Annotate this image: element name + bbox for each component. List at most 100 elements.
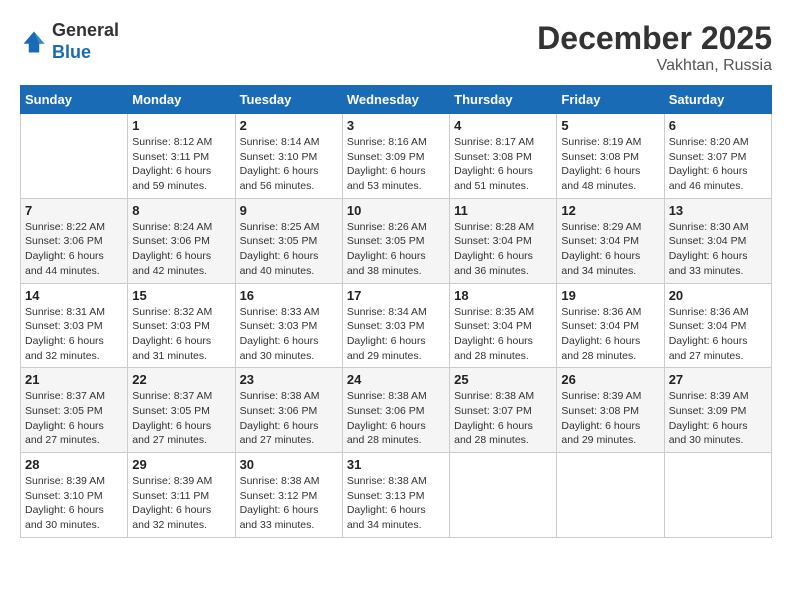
day-number: 10 [347, 203, 445, 218]
calendar-cell [664, 453, 771, 538]
logo: General Blue [20, 20, 119, 63]
day-number: 11 [454, 203, 552, 218]
day-number: 12 [561, 203, 659, 218]
week-row-3: 21 Sunrise: 8:37 AMSunset: 3:05 PMDayligh… [21, 368, 772, 453]
header-tuesday: Tuesday [235, 86, 342, 114]
calendar-body: 1 Sunrise: 8:12 AMSunset: 3:11 PMDaylight… [21, 114, 772, 538]
day-info: Sunrise: 8:38 AMSunset: 3:06 PMDaylight:… [240, 389, 338, 448]
day-info: Sunrise: 8:24 AMSunset: 3:06 PMDaylight:… [132, 220, 230, 279]
calendar-cell: 25 Sunrise: 8:38 AMSunset: 3:07 PMDayligh… [450, 368, 557, 453]
calendar-header: SundayMondayTuesdayWednesdayThursdayFrid… [21, 86, 772, 114]
calendar-cell: 9 Sunrise: 8:25 AMSunset: 3:05 PMDaylight… [235, 198, 342, 283]
day-info: Sunrise: 8:36 AMSunset: 3:04 PMDaylight:… [669, 305, 767, 364]
week-row-0: 1 Sunrise: 8:12 AMSunset: 3:11 PMDaylight… [21, 114, 772, 199]
day-number: 23 [240, 372, 338, 387]
day-info: Sunrise: 8:39 AMSunset: 3:10 PMDaylight:… [25, 474, 123, 533]
calendar-cell: 6Sunrise: 8:20 AMSunset: 3:07 PMDaylight… [664, 114, 771, 199]
day-info: Sunrise: 8:14 AMSunset: 3:10 PMDaylight:… [240, 135, 338, 194]
day-number: 13 [669, 203, 767, 218]
day-number: 3 [347, 118, 445, 133]
week-row-2: 14 Sunrise: 8:31 AMSunset: 3:03 PMDayligh… [21, 283, 772, 368]
logo-blue-text: Blue [52, 42, 91, 62]
calendar-cell: 31Sunrise: 8:38 AMSunset: 3:13 PMDayligh… [342, 453, 449, 538]
week-row-4: 28 Sunrise: 8:39 AMSunset: 3:10 PMDayligh… [21, 453, 772, 538]
day-number: 20 [669, 288, 767, 303]
day-info: Sunrise: 8:38 AMSunset: 3:12 PMDaylight:… [240, 474, 338, 533]
header-sunday: Sunday [21, 86, 128, 114]
calendar-cell: 27 Sunrise: 8:39 AMSunset: 3:09 PMDayligh… [664, 368, 771, 453]
day-number: 28 [25, 457, 123, 472]
day-info: Sunrise: 8:22 AMSunset: 3:06 PMDaylight:… [25, 220, 123, 279]
calendar-cell: 22 Sunrise: 8:37 AMSunset: 3:05 PMDayligh… [128, 368, 235, 453]
calendar-cell: 12 Sunrise: 8:29 AMSunset: 3:04 PMDayligh… [557, 198, 664, 283]
logo-icon [20, 28, 48, 56]
calendar-cell: 18Sunrise: 8:35 AMSunset: 3:04 PMDayligh… [450, 283, 557, 368]
day-info: Sunrise: 8:35 AMSunset: 3:04 PMDaylight:… [454, 305, 552, 364]
location: Vakhtan, Russia [537, 57, 772, 75]
day-number: 5 [561, 118, 659, 133]
day-number: 17 [347, 288, 445, 303]
day-info: Sunrise: 8:37 AMSunset: 3:05 PMDaylight:… [25, 389, 123, 448]
calendar-cell: 23 Sunrise: 8:38 AMSunset: 3:06 PMDayligh… [235, 368, 342, 453]
logo-general-text: General [52, 20, 119, 40]
day-number: 25 [454, 372, 552, 387]
day-info: Sunrise: 8:39 AMSunset: 3:08 PMDaylight:… [561, 389, 659, 448]
calendar-cell: 20 Sunrise: 8:36 AMSunset: 3:04 PMDayligh… [664, 283, 771, 368]
month-title: December 2025 [537, 20, 772, 57]
calendar-cell: 17 Sunrise: 8:34 AMSunset: 3:03 PMDayligh… [342, 283, 449, 368]
day-number: 22 [132, 372, 230, 387]
calendar-cell: 5 Sunrise: 8:19 AMSunset: 3:08 PMDaylight… [557, 114, 664, 199]
calendar-cell: 19Sunrise: 8:36 AMSunset: 3:04 PMDayligh… [557, 283, 664, 368]
title-block: December 2025 Vakhtan, Russia [537, 20, 772, 75]
day-number: 8 [132, 203, 230, 218]
calendar-cell: 1 Sunrise: 8:12 AMSunset: 3:11 PMDaylight… [128, 114, 235, 199]
calendar-cell: 11 Sunrise: 8:28 AMSunset: 3:04 PMDayligh… [450, 198, 557, 283]
calendar-cell: 10Sunrise: 8:26 AMSunset: 3:05 PMDayligh… [342, 198, 449, 283]
day-number: 14 [25, 288, 123, 303]
day-number: 1 [132, 118, 230, 133]
day-info: Sunrise: 8:38 AMSunset: 3:06 PMDaylight:… [347, 389, 445, 448]
day-number: 16 [240, 288, 338, 303]
day-info: Sunrise: 8:37 AMSunset: 3:05 PMDaylight:… [132, 389, 230, 448]
day-number: 21 [25, 372, 123, 387]
day-info: Sunrise: 8:38 AMSunset: 3:13 PMDaylight:… [347, 474, 445, 533]
week-row-1: 7Sunrise: 8:22 AMSunset: 3:06 PMDaylight… [21, 198, 772, 283]
calendar-cell: 21 Sunrise: 8:37 AMSunset: 3:05 PMDayligh… [21, 368, 128, 453]
day-info: Sunrise: 8:25 AMSunset: 3:05 PMDaylight:… [240, 220, 338, 279]
page-header: General Blue December 2025 Vakhtan, Russ… [20, 20, 772, 75]
day-number: 9 [240, 203, 338, 218]
day-number: 4 [454, 118, 552, 133]
day-info: Sunrise: 8:28 AMSunset: 3:04 PMDaylight:… [454, 220, 552, 279]
calendar-cell [557, 453, 664, 538]
calendar-cell: 14 Sunrise: 8:31 AMSunset: 3:03 PMDayligh… [21, 283, 128, 368]
day-info: Sunrise: 8:12 AMSunset: 3:11 PMDaylight:… [132, 135, 230, 194]
day-info: Sunrise: 8:16 AMSunset: 3:09 PMDaylight:… [347, 135, 445, 194]
day-number: 26 [561, 372, 659, 387]
header-thursday: Thursday [450, 86, 557, 114]
day-info: Sunrise: 8:36 AMSunset: 3:04 PMDaylight:… [561, 305, 659, 364]
day-info: Sunrise: 8:34 AMSunset: 3:03 PMDaylight:… [347, 305, 445, 364]
day-info: Sunrise: 8:31 AMSunset: 3:03 PMDaylight:… [25, 305, 123, 364]
header-monday: Monday [128, 86, 235, 114]
day-info: Sunrise: 8:20 AMSunset: 3:07 PMDaylight:… [669, 135, 767, 194]
calendar-cell: 24Sunrise: 8:38 AMSunset: 3:06 PMDayligh… [342, 368, 449, 453]
header-saturday: Saturday [664, 86, 771, 114]
day-info: Sunrise: 8:19 AMSunset: 3:08 PMDaylight:… [561, 135, 659, 194]
calendar-cell [450, 453, 557, 538]
calendar-cell: 3 Sunrise: 8:16 AMSunset: 3:09 PMDaylight… [342, 114, 449, 199]
day-number: 2 [240, 118, 338, 133]
day-number: 27 [669, 372, 767, 387]
day-info: Sunrise: 8:29 AMSunset: 3:04 PMDaylight:… [561, 220, 659, 279]
day-info: Sunrise: 8:30 AMSunset: 3:04 PMDaylight:… [669, 220, 767, 279]
calendar-cell: 28 Sunrise: 8:39 AMSunset: 3:10 PMDayligh… [21, 453, 128, 538]
day-info: Sunrise: 8:39 AMSunset: 3:11 PMDaylight:… [132, 474, 230, 533]
calendar-table: SundayMondayTuesdayWednesdayThursdayFrid… [20, 85, 772, 538]
day-info: Sunrise: 8:39 AMSunset: 3:09 PMDaylight:… [669, 389, 767, 448]
calendar-cell: 8 Sunrise: 8:24 AMSunset: 3:06 PMDaylight… [128, 198, 235, 283]
day-info: Sunrise: 8:32 AMSunset: 3:03 PMDaylight:… [132, 305, 230, 364]
calendar-cell: 2 Sunrise: 8:14 AMSunset: 3:10 PMDaylight… [235, 114, 342, 199]
day-number: 29 [132, 457, 230, 472]
day-info: Sunrise: 8:38 AMSunset: 3:07 PMDaylight:… [454, 389, 552, 448]
day-number: 30 [240, 457, 338, 472]
calendar-cell: 29 Sunrise: 8:39 AMSunset: 3:11 PMDayligh… [128, 453, 235, 538]
